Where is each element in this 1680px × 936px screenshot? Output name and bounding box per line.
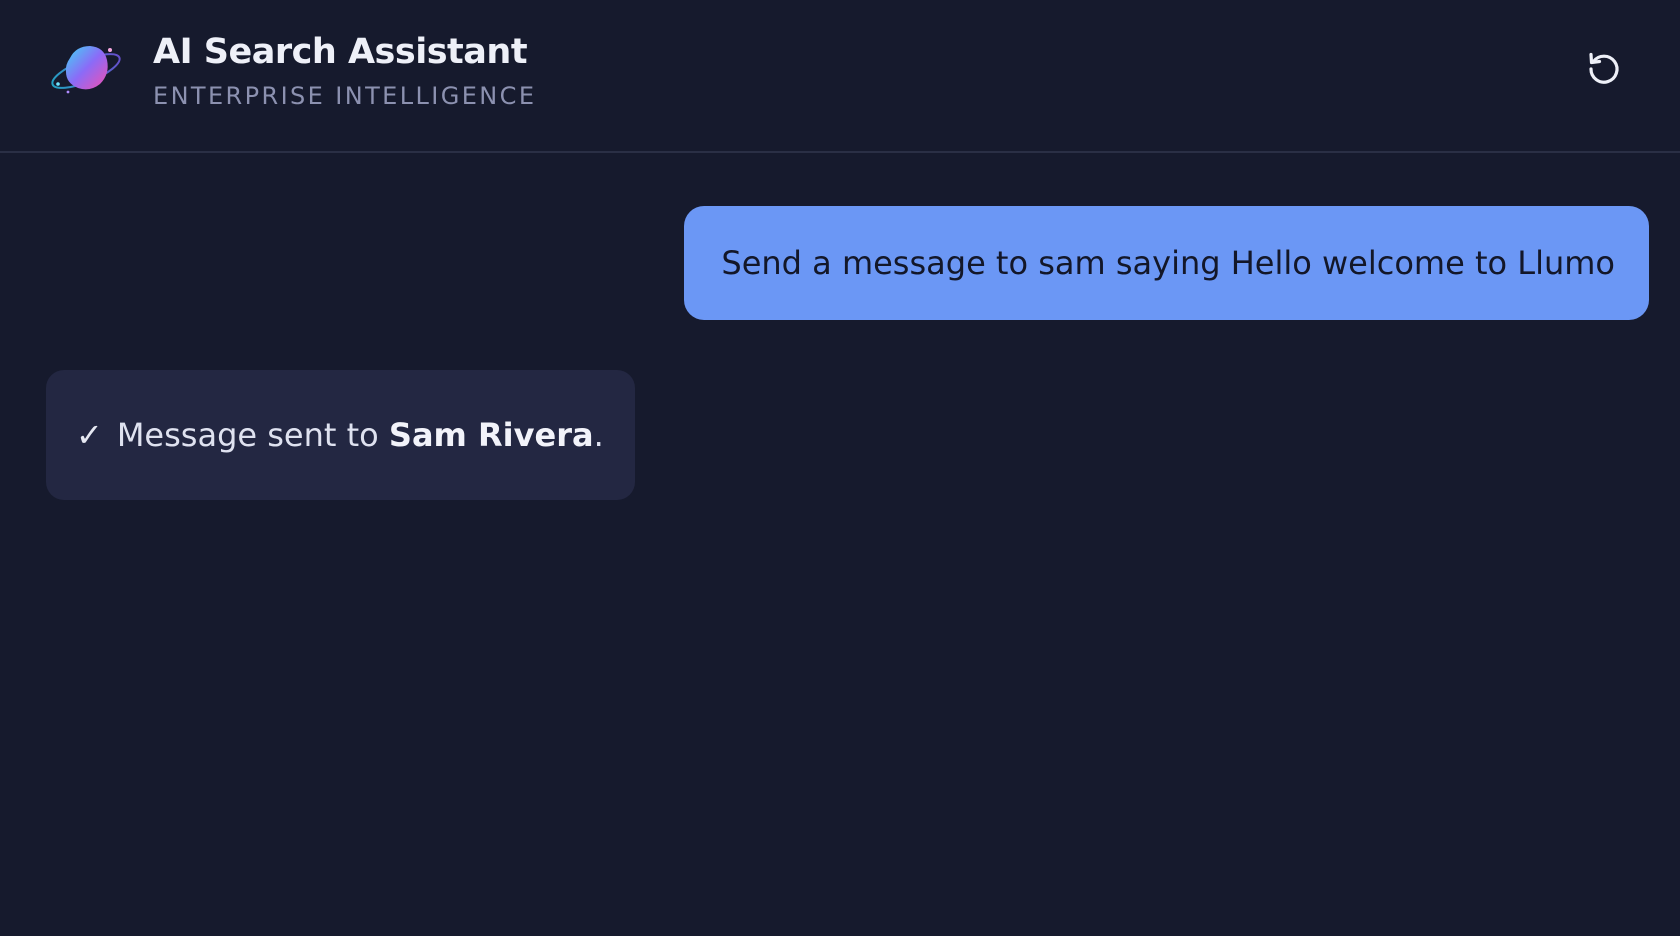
app-subtitle: ENTERPRISE INTELLIGENCE <box>153 82 537 110</box>
user-message-text: Send a message to sam saying Hello welco… <box>721 244 1615 282</box>
assistant-message-bubble: ✓ Message sent to Sam Rivera . <box>46 370 635 500</box>
app-window: AI Search Assistant ENTERPRISE INTELLIGE… <box>0 0 1680 936</box>
assistant-message-suffix: . <box>593 416 604 454</box>
header: AI Search Assistant ENTERPRISE INTELLIGE… <box>0 0 1680 153</box>
app-title: AI Search Assistant <box>153 32 528 72</box>
refresh-button[interactable] <box>1578 44 1630 96</box>
assistant-message-prefix: Message sent to <box>116 416 389 454</box>
recipient-name: Sam Rivera <box>388 416 594 454</box>
refresh-icon <box>1584 48 1624 92</box>
chat-area: Send a message to sam saying Hello welco… <box>0 153 1680 936</box>
user-message-bubble: Send a message to sam saying Hello welco… <box>684 206 1649 320</box>
check-icon: ✓ <box>76 416 103 454</box>
planet-logo-icon <box>46 38 126 100</box>
